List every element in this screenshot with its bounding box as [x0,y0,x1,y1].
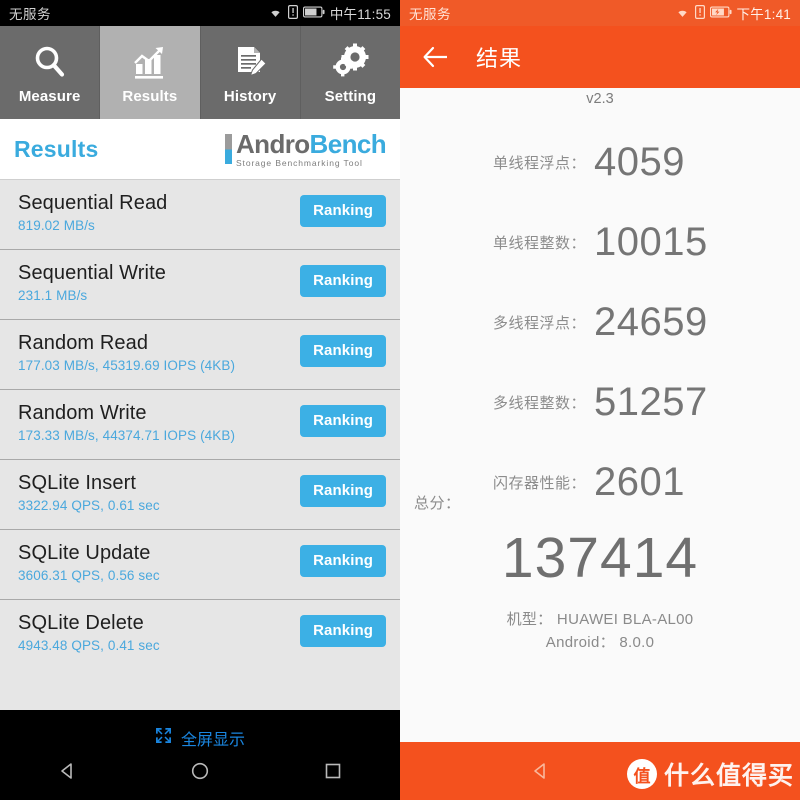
watermark: 值 什么值得买 [626,756,794,792]
ranking-button[interactable]: Ranking [300,545,386,577]
bar-chart-trend-icon [130,40,170,84]
tab-results[interactable]: Results [100,26,201,119]
brand-bench: Bench [309,128,387,159]
device-android-version: Android： 8.0.0 [545,634,655,651]
score-value: 24659 [594,300,708,344]
results-header: Results AndroBench Storage Benchmarking … [0,119,400,180]
table-row[interactable]: Random Read 177.03 MB/s, 45319.69 IOPS (… [0,320,400,390]
tab-label: Setting [324,88,377,105]
ranking-button[interactable]: Ranking [300,265,386,297]
version-label: v2.3 [586,91,614,107]
status-bar: 无服务 中午11:55 [0,0,400,26]
table-row[interactable]: Sequential Write 231.1 MB/s Ranking [0,250,400,320]
score-item: 多线程浮点： 24659 [400,282,800,362]
score-label: 多线程整数： [492,394,586,412]
wifi-icon [268,6,283,21]
android-navigation-bar [0,742,400,800]
score-value: 10015 [594,220,708,264]
tab-label: History [223,88,277,105]
tab-history[interactable]: History [200,26,301,119]
left-screenshot-androbench: 无服务 中午11:55 Measure Results History Sett… [0,0,400,800]
sim-alert-icon [287,4,298,22]
ranking-button[interactable]: Ranking [300,195,386,227]
device-info: 机型： HUAWEI BLA-AL00 Android： 8.0.0 [400,608,800,654]
page-title: 结果 [476,46,523,71]
total-score-value: 137414 [501,526,699,590]
table-row[interactable]: SQLite Delete 4943.48 QPS, 0.41 sec Rank… [0,600,400,670]
score-value: 4059 [594,140,685,184]
status-icons: 中午11:55 [268,3,391,23]
ranking-button[interactable]: Ranking [300,615,386,647]
magnifier-icon [30,40,70,84]
brand-tagline: Storage Benchmarking Tool [235,157,363,168]
watermark-text: 什么值得买 [663,762,794,790]
score-label: 单线程浮点： [492,154,586,172]
page-title: Results [14,135,99,162]
tab-setting[interactable]: Setting [300,26,400,119]
right-screenshot-benchmark-result: 无服务 下午1:41 结果 v2.3 单线程浮点： 4059 单线程整数： 10… [400,0,800,800]
clock-label: 下午1:41 [736,7,791,22]
score-value: 2601 [594,460,685,504]
tab-bar: Measure Results History Setting [0,26,400,119]
ranking-button[interactable]: Ranking [300,405,386,437]
battery-icon [302,6,325,21]
results-list: Sequential Read 819.02 MB/s Ranking Sequ… [0,180,400,670]
score-label: 闪存器性能： [492,474,586,492]
home-icon[interactable] [170,751,230,791]
android-navigation-bar: 值 什么值得买 [400,742,800,800]
table-row[interactable]: Sequential Read 819.02 MB/s Ranking [0,180,400,250]
table-row[interactable]: SQLite Insert 3322.94 QPS, 0.61 sec Rank… [0,460,400,530]
score-list: 单线程浮点： 4059 单线程整数： 10015 多线程浮点： 24659 多线… [400,122,800,522]
score-label: 多线程浮点： [492,314,586,332]
clock-label: 中午11:55 [329,7,391,22]
app-bar: 结果 [400,26,800,88]
table-row[interactable]: SQLite Update 3606.31 QPS, 0.56 sec Rank… [0,530,400,600]
score-item: 单线程浮点： 4059 [400,122,800,202]
device-model: 机型： HUAWEI BLA-AL00 [506,611,694,628]
score-value: 51257 [594,380,708,424]
system-bottom-area: 全屏显示 [0,710,400,800]
table-row[interactable]: Random Write 173.33 MB/s, 44374.71 IOPS … [0,390,400,460]
back-icon[interactable] [490,761,590,781]
ranking-button[interactable]: Ranking [300,475,386,507]
total-score-label: 总分： [414,495,461,512]
back-arrow-icon[interactable] [418,39,454,75]
brand-andro: Andro [235,128,310,159]
androbench-logo: AndroBench Storage Benchmarking Tool [224,128,387,168]
status-icons: 下午1:41 [675,3,791,23]
ranking-button[interactable]: Ranking [300,335,386,367]
gears-icon [330,40,370,84]
score-item: 单线程整数： 10015 [400,202,800,282]
dual-screenshot-root: 无服务 中午11:55 Measure Results History Sett… [0,0,800,800]
sim-alert-icon [694,4,705,22]
recents-icon[interactable] [303,751,363,791]
tab-label: Results [122,88,178,105]
carrier-label: 无服务 [409,7,451,22]
tab-measure[interactable]: Measure [0,26,101,119]
logo-bar-icon [224,133,232,164]
score-label: 单线程整数： [492,234,586,252]
tab-label: Measure [18,88,81,105]
score-item: 多线程整数： 51257 [400,362,800,442]
status-bar: 无服务 下午1:41 [400,0,800,26]
back-icon[interactable] [37,751,97,791]
battery-charging-icon [709,6,732,21]
smzdm-badge-icon: 值 [626,759,657,789]
wifi-icon [675,6,690,21]
carrier-label: 无服务 [9,7,51,22]
document-pencil-icon [230,40,270,84]
